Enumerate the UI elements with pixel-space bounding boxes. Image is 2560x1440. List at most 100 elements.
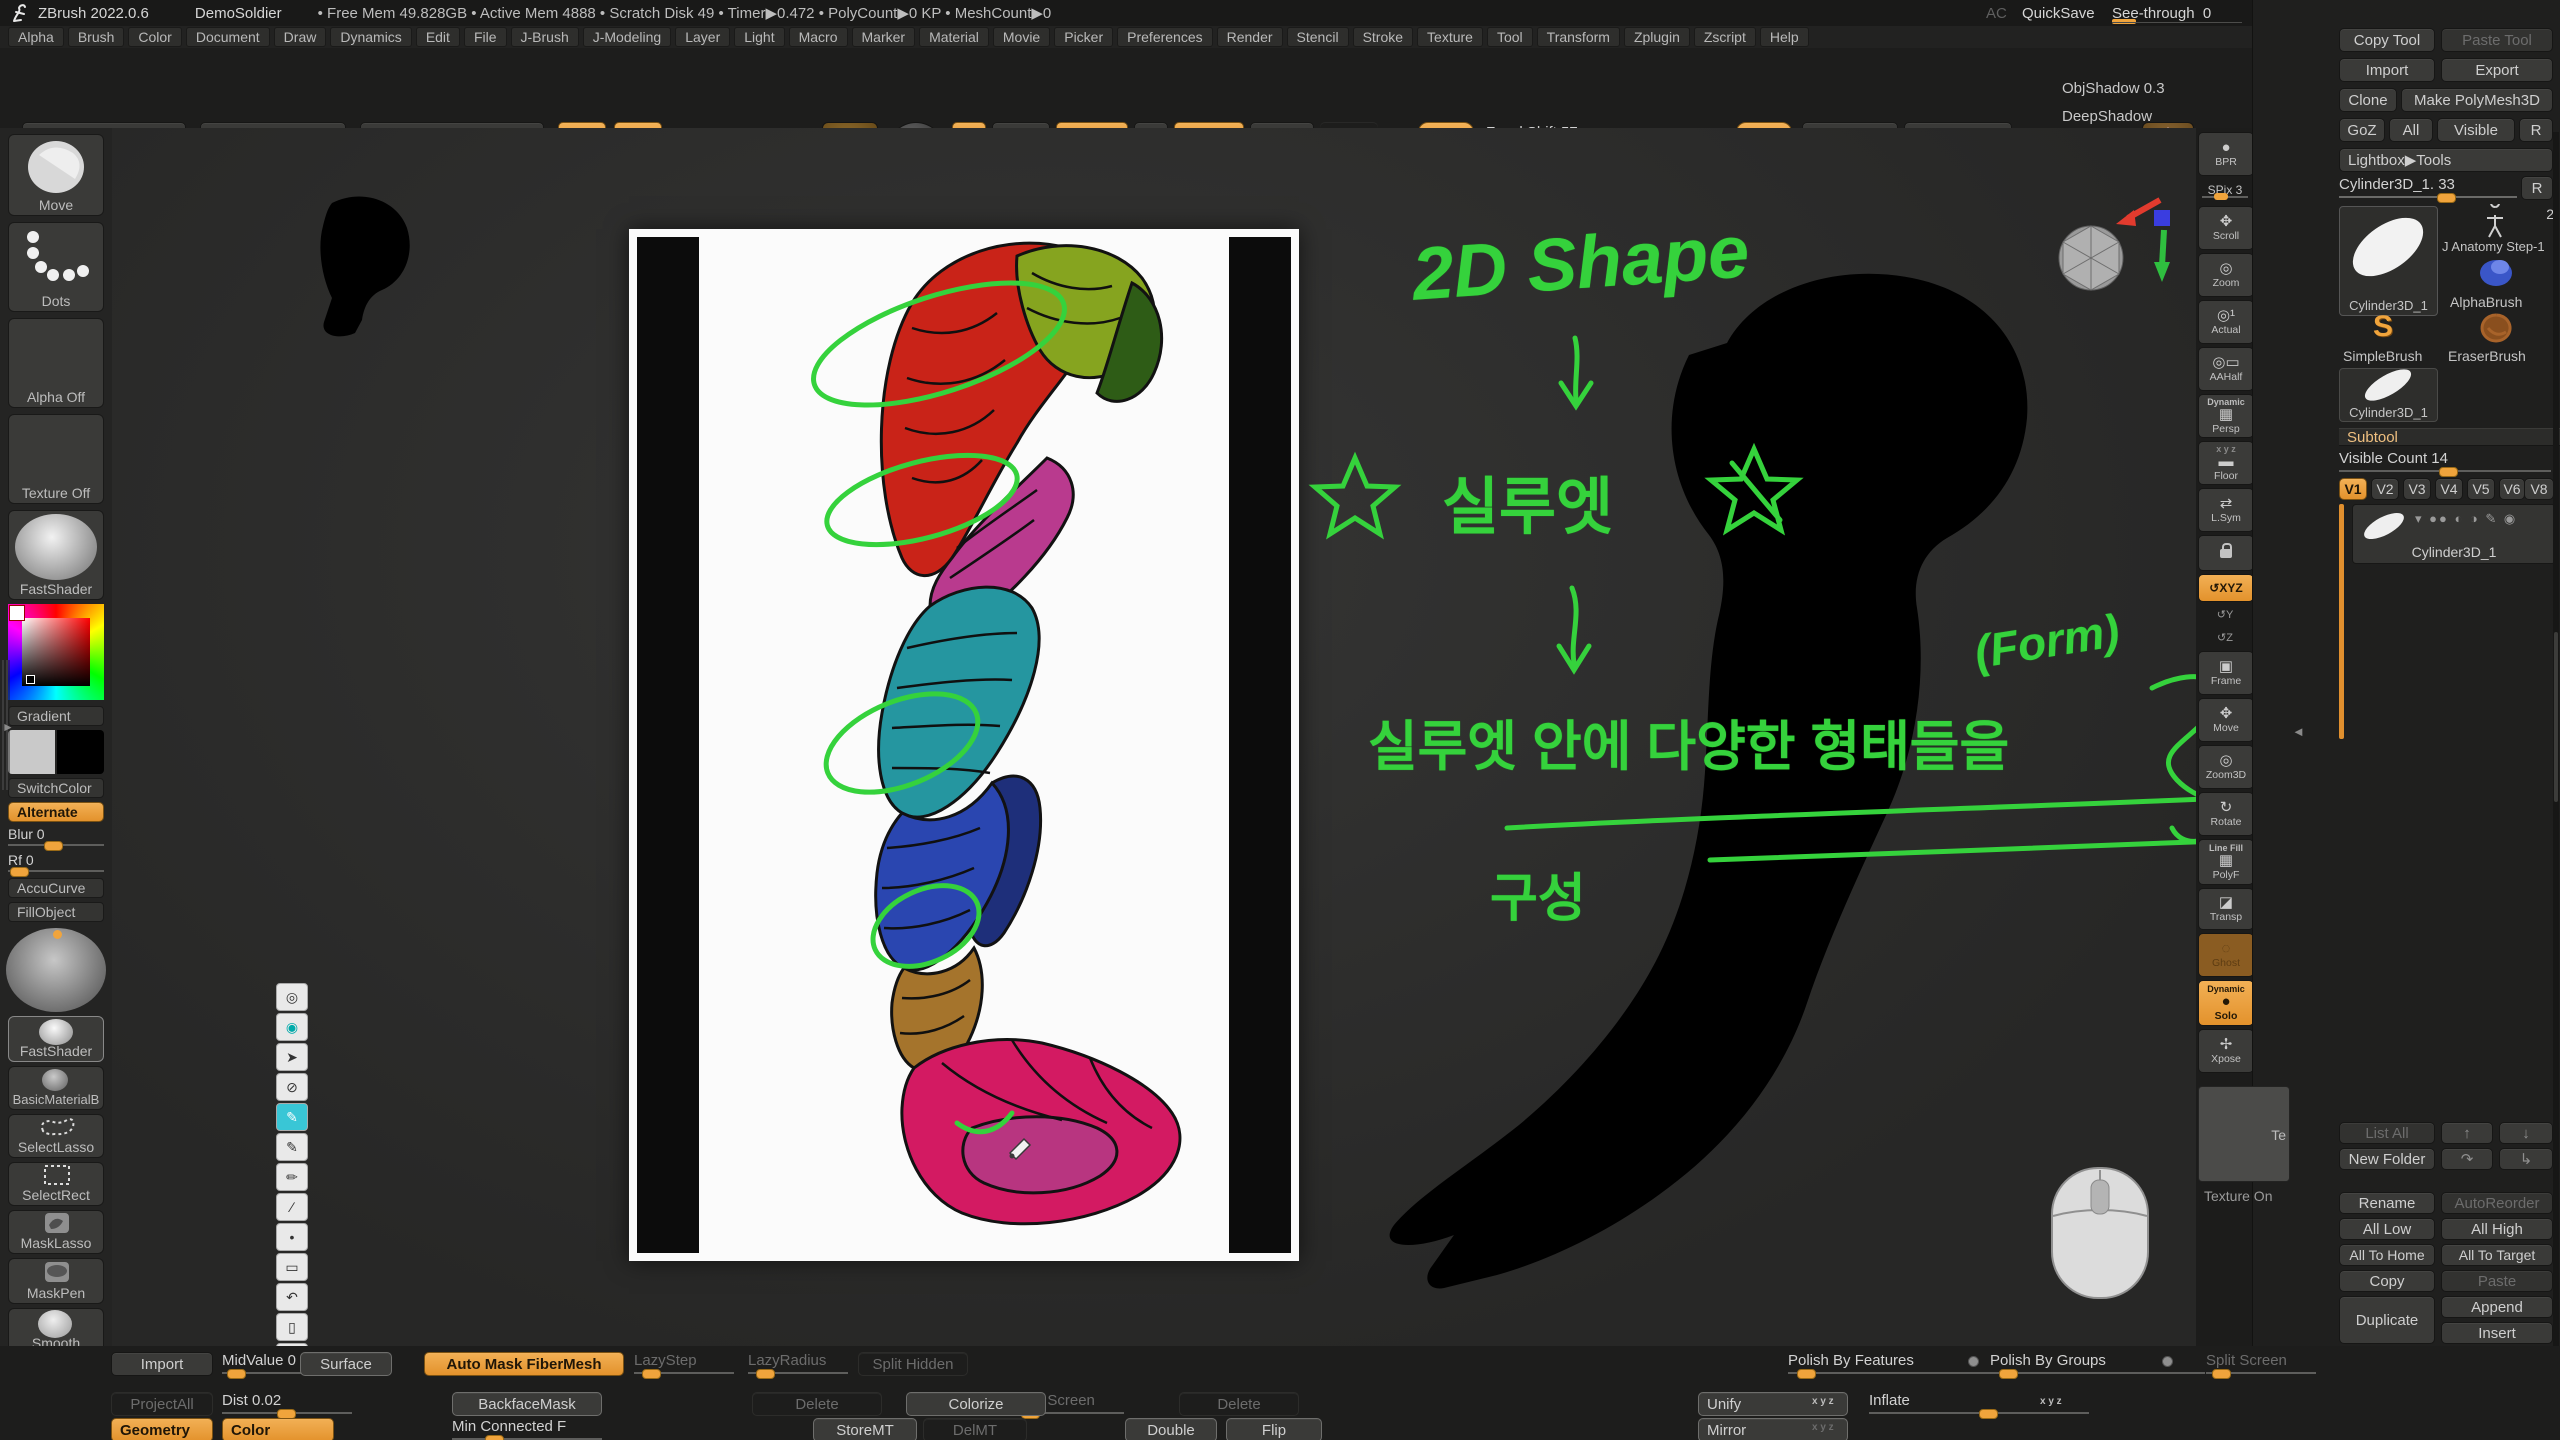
menu-preferences[interactable]: Preferences (1117, 27, 1212, 47)
subtool-item[interactable]: ▾ ●● ◐ ◑ ✎ ◉ Cylinder3D_1 (2352, 504, 2556, 564)
list-all-button[interactable]: List All (2339, 1122, 2435, 1144)
cylinder-small-tool[interactable]: Cylinder3D_1 (2339, 368, 2438, 422)
auto-mask-fibermesh-button[interactable]: Auto Mask FiberMesh (424, 1352, 624, 1376)
stroke-dots-thumbnail[interactable]: Dots (8, 222, 104, 312)
right-tray-scrollbar[interactable] (2553, 132, 2559, 1440)
delmt-button[interactable]: DelMT (923, 1418, 1027, 1440)
lsym-button[interactable]: ⇄L.Sym (2198, 488, 2254, 532)
geometry-button[interactable]: Geometry (111, 1418, 213, 1440)
subtool-copy-button[interactable]: Copy (2339, 1270, 2435, 1292)
goz-visible-button[interactable]: Visible (2437, 118, 2515, 142)
menu-marker[interactable]: Marker (852, 27, 916, 47)
subtool-tab-v1[interactable]: V1 (2339, 478, 2367, 500)
lazyradius-slider[interactable]: LazyRadius (748, 1352, 848, 1376)
brush-selectrect[interactable]: SelectRect (8, 1162, 104, 1206)
subtool-item-icons[interactable]: ▾ ●● ◐ ◑ ✎ ◉ (2415, 511, 2517, 527)
xpose-button[interactable]: ✢Xpose (2198, 1029, 2254, 1073)
brush-selectlasso[interactable]: SelectLasso (8, 1114, 104, 1158)
dist-slider[interactable]: Dist 0.02 (222, 1392, 352, 1416)
visible-count-slider[interactable]: Visible Count 14 (2339, 450, 2551, 474)
polish-features-toggle[interactable] (1968, 1356, 1979, 1367)
goz-r-button[interactable]: R (2519, 118, 2553, 142)
active-tool-slider[interactable]: Cylinder3D_1. 33 (2339, 176, 2517, 200)
menu-layer[interactable]: Layer (675, 27, 730, 47)
subtool-tab-v3[interactable]: V3 (2403, 478, 2431, 500)
gradient-button[interactable]: Gradient (8, 706, 104, 726)
tool-import-button[interactable]: Import (2339, 58, 2435, 82)
storemt-button[interactable]: StoreMT (813, 1418, 917, 1440)
pen-cursor-icon[interactable]: ➤ (276, 1043, 308, 1071)
subtool-up-button[interactable]: ↑ (2441, 1122, 2493, 1144)
pen-pen-icon[interactable]: ✎ (276, 1133, 308, 1161)
active-tool-thumbnail[interactable]: Cylinder3D_1 (2339, 206, 2438, 316)
menu-picker[interactable]: Picker (1054, 27, 1113, 47)
brush-masklasso[interactable]: MaskLasso (8, 1210, 104, 1254)
texture-off-thumbnail[interactable]: Texture Off (8, 414, 104, 504)
polish-by-groups-slider[interactable]: Polish By Groups (1990, 1352, 2205, 1376)
subtool-down-button[interactable]: ↓ (2499, 1122, 2553, 1144)
color-button[interactable]: Color (222, 1418, 334, 1440)
lock-camera-button[interactable] (2198, 535, 2254, 571)
color-picker[interactable] (8, 604, 104, 700)
insert-button[interactable]: Insert (2441, 1322, 2553, 1344)
mirror-xyz[interactable]: x y z (1812, 1422, 1834, 1433)
menu-jmodeling[interactable]: J-Modeling (583, 27, 671, 47)
solo-button[interactable]: Dynamic●Solo (2198, 980, 2254, 1026)
menu-render[interactable]: Render (1217, 27, 1283, 47)
deepshadow-label[interactable]: DeepShadow (2062, 108, 2152, 125)
anatomy-tool[interactable]: 2 J Anatomy Step-1 (2442, 206, 2554, 254)
menu-stroke[interactable]: Stroke (1353, 27, 1413, 47)
color-sphere[interactable] (6, 928, 106, 1012)
menu-texture[interactable]: Texture (1417, 27, 1483, 47)
menu-brush[interactable]: Brush (68, 27, 125, 47)
objshadow-label[interactable]: ObjShadow 0.3 (2062, 80, 2165, 97)
rf-slider[interactable]: Rf 0 (8, 852, 104, 874)
brush-maskpen[interactable]: MaskPen (8, 1258, 104, 1304)
menu-stencil[interactable]: Stencil (1287, 27, 1349, 47)
autoreorder-button[interactable]: AutoReorder (2441, 1192, 2553, 1214)
bpr-button[interactable]: ●BPR (2198, 132, 2254, 176)
pen-trash-icon[interactable]: ▯ (276, 1313, 308, 1341)
make-polymesh3d-button[interactable]: Make PolyMesh3D (2401, 88, 2553, 112)
menu-transform[interactable]: Transform (1537, 27, 1620, 47)
menu-jbrush[interactable]: J-Brush (511, 27, 579, 47)
tool-r-button[interactable]: R (2521, 176, 2553, 200)
menu-help[interactable]: Help (1760, 27, 1809, 47)
menu-color[interactable]: Color (128, 27, 181, 47)
rotate-z-button[interactable]: ↺Z (2198, 628, 2252, 648)
subtool-tab-v8[interactable]: V8 (2524, 478, 2554, 500)
floor-button[interactable]: x y z▬Floor (2198, 441, 2254, 485)
menu-dynamics[interactable]: Dynamics (330, 27, 411, 47)
paste-tool-button[interactable]: Paste Tool (2441, 28, 2553, 52)
sv-marker[interactable] (26, 675, 35, 684)
quicksave-button[interactable]: QuickSave (2022, 5, 2095, 22)
polish-by-features-slider[interactable]: Polish By Features (1788, 1352, 2013, 1376)
menu-zplugin[interactable]: Zplugin (1624, 27, 1690, 47)
menu-alpha[interactable]: Alpha (8, 27, 64, 47)
colorize-button[interactable]: Colorize (906, 1392, 1046, 1416)
ghost-button[interactable]: ◌Ghost (2198, 933, 2254, 977)
lightbox-tools-button[interactable]: Lightbox▶Tools (2339, 148, 2553, 172)
fillobject-button[interactable]: FillObject (8, 902, 104, 922)
subtool-tab-v6[interactable]: V6 (2499, 478, 2525, 500)
actual-button[interactable]: ◎¹Actual (2198, 300, 2254, 344)
all-to-home-button[interactable]: All To Home (2339, 1244, 2435, 1266)
right-divider-arrow[interactable]: ◄ (2292, 724, 2305, 739)
split-hidden-button[interactable]: Split Hidden (858, 1352, 968, 1376)
zoom3d-button[interactable]: ◎Zoom3D (2198, 745, 2254, 789)
bottom-import-button[interactable]: Import (111, 1352, 213, 1376)
pen-line-icon[interactable]: ∕ (276, 1193, 308, 1221)
subtool-paste-button[interactable]: Paste (2441, 1270, 2553, 1292)
persp-button[interactable]: Dynamic▦Persp (2198, 394, 2254, 438)
menu-light[interactable]: Light (734, 27, 784, 47)
all-high-button[interactable]: All High (2441, 1218, 2553, 1240)
secondary-color-swatch[interactable] (57, 730, 104, 774)
all-low-button[interactable]: All Low (2339, 1218, 2435, 1240)
left-divider-arrow[interactable]: ► (2, 720, 14, 734)
tool-export-button[interactable]: Export (2441, 58, 2553, 82)
eraserbrush-tool[interactable]: EraserBrush (2442, 314, 2554, 364)
texture-preview-panel[interactable]: Te (2198, 1086, 2290, 1182)
hue-marker[interactable] (10, 606, 24, 620)
menu-document[interactable]: Document (186, 27, 270, 47)
copy-tool-button[interactable]: Copy Tool (2339, 28, 2435, 52)
